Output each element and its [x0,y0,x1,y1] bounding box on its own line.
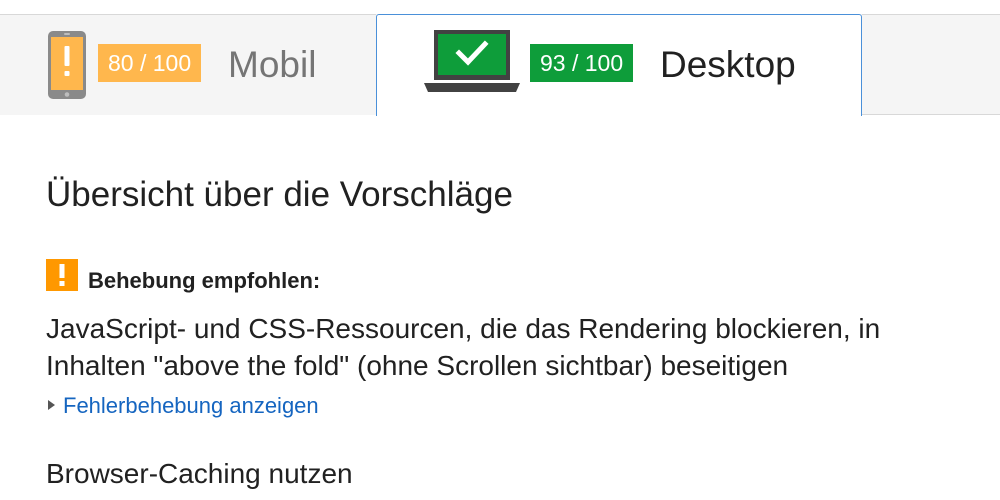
laptop-check-icon [424,30,520,92]
phone-warning-icon [48,31,86,99]
tab-desktop-label[interactable]: Desktop [660,43,796,87]
warning-icon [46,259,78,291]
show-fix-toggle[interactable]: Fehlerbehebung anzeigen [48,391,319,421]
expand-arrow-icon[interactable] [48,400,55,411]
mobile-score-badge: 80 / 100 [98,44,202,82]
tab-bar-filler [862,14,1000,115]
tab-mobile-label[interactable]: Mobil [228,43,316,87]
rule-title-line-1: JavaScript- und CSS-Ressourcen, die das … [46,313,881,344]
rule-title: JavaScript- und CSS-Ressourcen, die das … [46,310,1000,384]
desktop-score-badge: 93 / 100 [530,44,634,82]
show-fix-link[interactable]: Fehlerbehebung anzeigen [63,393,319,418]
tab-bar: 80 / 100 Mobil 93 / 100 Desktop [0,0,1000,116]
page-title: Übersicht über die Vorschläge [46,175,513,214]
rule-title-browser-caching: Browser-Caching nutzen [46,458,353,489]
rule-title-line-2: Inhalten "above the fold" (ohne Scrollen… [46,350,789,381]
pagespeed-results: 80 / 100 Mobil 93 / 100 Desktop Übersich… [0,0,1000,500]
recommendation-heading: Behebung empfohlen: [88,268,321,293]
